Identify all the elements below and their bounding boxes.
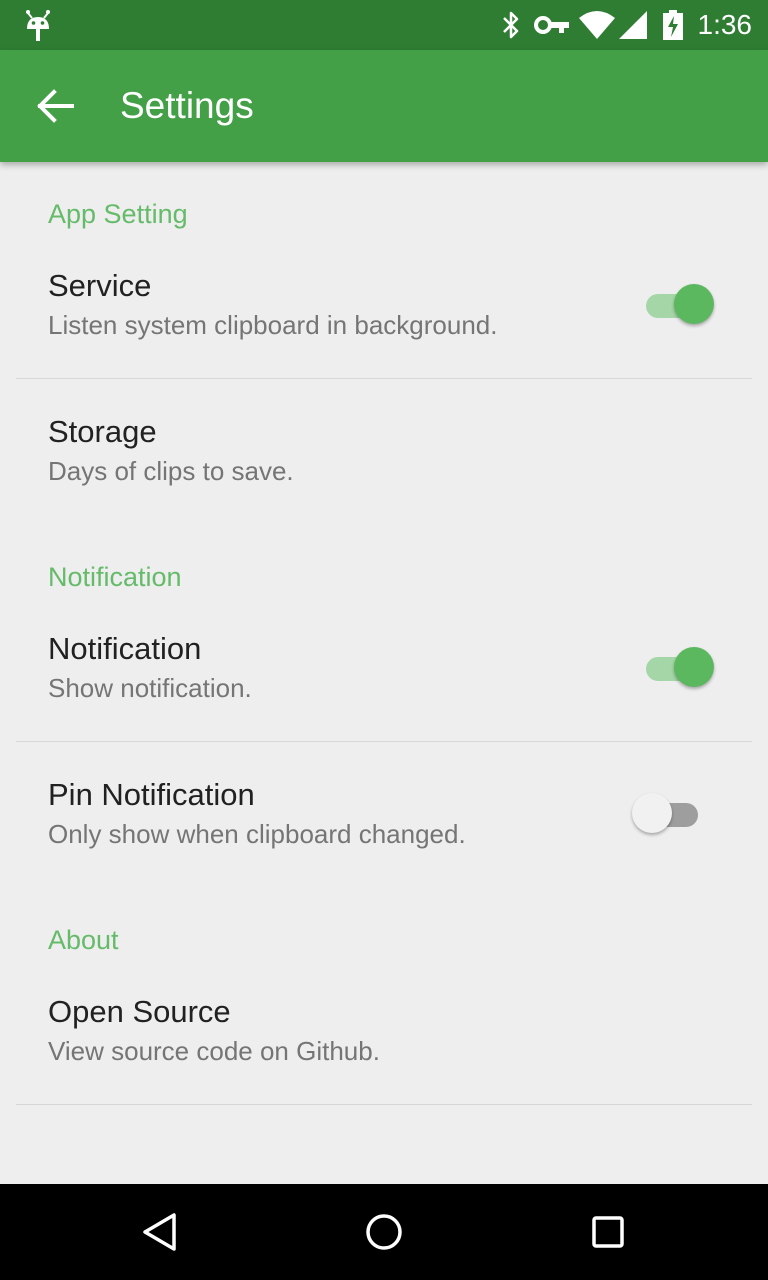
app-bar: Settings [0, 50, 768, 162]
battery-charging-icon [663, 10, 683, 40]
page-title: Settings [120, 85, 254, 126]
arrow-back-icon[interactable] [32, 86, 80, 126]
divider [16, 1104, 752, 1105]
pref-storage-title: Storage [48, 414, 157, 449]
pref-open-source-summary: View source code on Github. [48, 1036, 380, 1066]
category-about: About [48, 925, 119, 955]
pref-storage-summary: Days of clips to save. [48, 456, 294, 486]
divider [16, 741, 752, 742]
pref-storage[interactable]: Storage Days of clips to save. [0, 414, 768, 514]
pref-notification-summary: Show notification. [48, 673, 252, 703]
wifi-icon [579, 11, 615, 39]
recents-square-icon[interactable] [584, 1208, 632, 1256]
switch-thumb [632, 793, 672, 833]
navigation-bar [0, 1184, 768, 1280]
settings-list: App Setting Service Listen system clipbo… [0, 162, 768, 1184]
category-app-setting: App Setting [48, 199, 188, 229]
home-circle-icon[interactable] [360, 1208, 408, 1256]
switch-thumb [674, 284, 714, 324]
pref-notification-title: Notification [48, 631, 202, 666]
bluetooth-icon [503, 11, 519, 39]
cell-signal-icon [619, 11, 647, 39]
pref-service-title: Service [48, 268, 152, 303]
pref-pin-notification-summary: Only show when clipboard changed. [48, 819, 466, 849]
clock: 1:36 [697, 9, 753, 40]
pref-open-source[interactable]: Open Source View source code on Github. [0, 994, 768, 1094]
switch-thumb [674, 647, 714, 687]
notification-switch[interactable] [640, 647, 716, 691]
vpn-key-icon [534, 16, 569, 34]
pref-pin-notification[interactable]: Pin Notification Only show when clipboar… [0, 777, 768, 877]
pref-service-summary: Listen system clipboard in background. [48, 310, 498, 340]
pref-service[interactable]: Service Listen system clipboard in backg… [0, 268, 768, 374]
android-icon [26, 10, 50, 41]
pref-open-source-title: Open Source [48, 994, 231, 1029]
pref-notification[interactable]: Notification Show notification. [0, 631, 768, 737]
pin-notification-switch[interactable] [632, 793, 708, 837]
service-switch[interactable] [640, 284, 716, 328]
back-triangle-icon[interactable] [136, 1208, 184, 1256]
pref-pin-notification-title: Pin Notification [48, 777, 255, 812]
status-bar: 1:36 [0, 0, 768, 50]
category-notification: Notification [48, 562, 182, 592]
divider [16, 378, 752, 379]
